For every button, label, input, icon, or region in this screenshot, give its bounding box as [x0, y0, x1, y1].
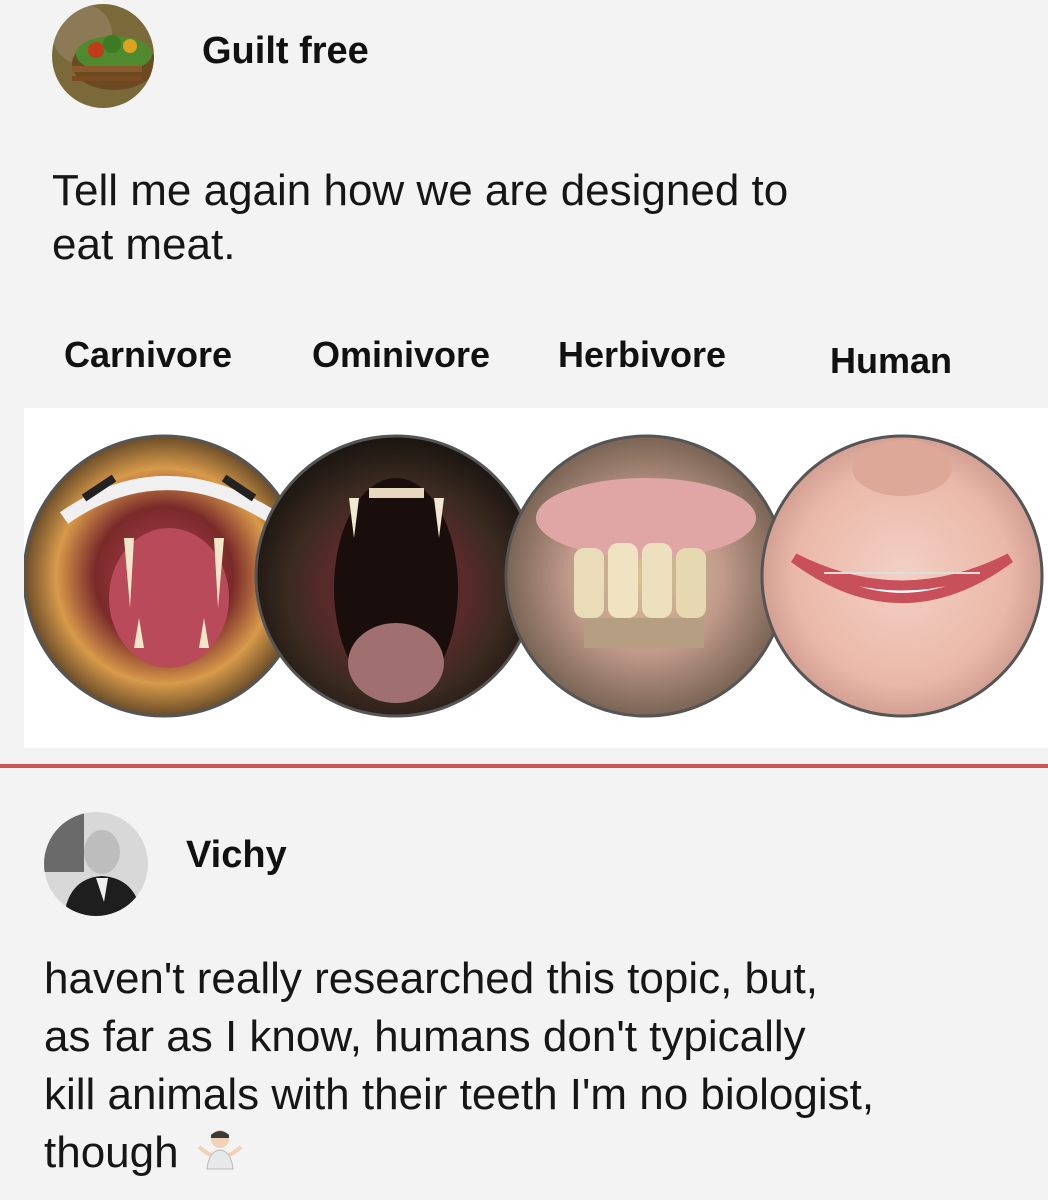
label-carnivore: Carnivore [64, 334, 233, 375]
label-human: Human [830, 340, 953, 381]
post-text-line-1: Tell me again how we are designed to [52, 166, 789, 215]
avatar-portrait-image [44, 812, 148, 916]
post-divider [0, 764, 1048, 768]
post-author-avatar[interactable] [52, 4, 154, 108]
human-smile-circle [760, 434, 1044, 718]
label-herbivore: Herbivore [558, 334, 727, 375]
reply-author-avatar[interactable] [44, 812, 148, 916]
reply-text-line-4: though [44, 1124, 1044, 1186]
bear-mouth-circle [254, 434, 538, 718]
reply-text-line-2: as far as I know, humans don't typically [44, 1012, 806, 1061]
reply-text-line-3: kill animals with their teeth I'm no bio… [44, 1070, 875, 1119]
post-text: Tell me again how we are designed to eat… [52, 164, 788, 272]
avatar-basket-image [52, 4, 154, 108]
label-omnivore: Ominivore [312, 334, 491, 375]
reply-text-last-word: though [44, 1128, 179, 1177]
post-author-name[interactable]: Guilt free [202, 30, 369, 73]
reply-text-line-1: haven't really researched this topic, bu… [44, 954, 818, 1003]
post-text-line-2: eat meat. [52, 220, 236, 269]
teeth-comparison-image[interactable] [22, 408, 1048, 748]
person-shrugging-emoji [197, 1125, 243, 1186]
diet-labels-row: Carnivore Ominivore Herbivore Human [0, 334, 1048, 384]
horse-teeth-circle [504, 434, 788, 718]
reply-author-name[interactable]: Vichy [186, 834, 287, 877]
reply-text: haven't really researched this topic, bu… [44, 950, 1044, 1186]
